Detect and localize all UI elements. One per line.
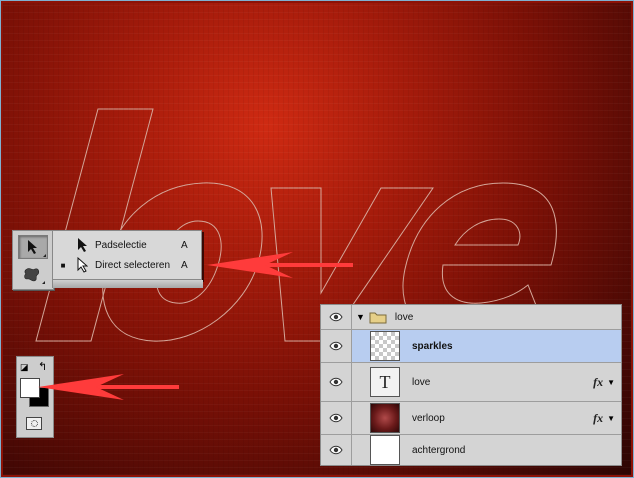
visibility-toggle[interactable] xyxy=(321,363,352,401)
layer-row[interactable]: verloop fx ▼ xyxy=(321,402,621,435)
visibility-toggle[interactable] xyxy=(321,402,352,434)
submenu-corner-icon xyxy=(43,254,46,257)
flyout-shadow-strip xyxy=(52,280,203,288)
fx-icon[interactable]: fx xyxy=(593,375,603,390)
flyout-shortcut: A xyxy=(181,259,188,271)
fx-caret-icon[interactable]: ▼ xyxy=(607,378,615,387)
layer-row[interactable]: T love fx ▼ xyxy=(321,363,621,402)
layer-row[interactable]: achtergrond xyxy=(321,435,621,465)
text-layer-thumbnail: T xyxy=(370,367,400,397)
layers-panel: ▼ love sparkles T love fx ▼ verloop fx ▼… xyxy=(320,304,622,466)
eye-icon xyxy=(329,413,343,423)
layer-name: achtergrond xyxy=(412,444,466,456)
visibility-toggle[interactable] xyxy=(321,305,352,329)
default-colors-icon[interactable]: ◪ xyxy=(20,362,29,373)
flyout-shortcut: A xyxy=(181,239,188,251)
tool-group xyxy=(12,230,54,290)
red-arrow-icon xyxy=(38,374,179,400)
path-selection-tool[interactable] xyxy=(18,235,48,259)
red-arrow-icon xyxy=(207,252,353,278)
checked-bullet: ■ xyxy=(60,260,66,270)
shape-blob-icon xyxy=(24,268,40,282)
layer-name: love xyxy=(412,376,431,388)
visibility-toggle[interactable] xyxy=(321,330,352,362)
fx-icon[interactable]: fx xyxy=(593,411,603,426)
layer-thumbnail xyxy=(370,331,400,361)
custom-shape-tool[interactable] xyxy=(18,263,46,285)
eye-icon xyxy=(329,377,343,387)
layer-name: verloop xyxy=(412,412,445,424)
layer-group-row[interactable]: ▼ love xyxy=(321,305,621,330)
quick-mask-icon[interactable] xyxy=(26,417,42,430)
folder-icon xyxy=(369,312,387,323)
fx-caret-icon[interactable]: ▼ xyxy=(607,414,615,423)
black-arrow-icon xyxy=(28,240,37,254)
expand-caret-icon[interactable]: ▼ xyxy=(356,312,365,322)
eye-icon xyxy=(329,445,343,455)
selection-tool-flyout: Padselectie A ■ Direct selecteren A xyxy=(52,230,202,280)
layer-name: love xyxy=(394,311,414,323)
layer-name: sparkles xyxy=(412,340,453,352)
layer-thumbnail xyxy=(370,435,400,465)
flyout-item-direct-selecteren[interactable]: ■ Direct selecteren A xyxy=(53,255,201,275)
layer-row[interactable]: sparkles xyxy=(321,330,621,363)
white-arrow-icon xyxy=(73,257,91,273)
layer-thumbnail xyxy=(370,403,400,433)
flyout-item-padselectie[interactable]: Padselectie A xyxy=(53,235,201,255)
flyout-label: Direct selecteren xyxy=(95,259,171,271)
flyout-label: Padselectie xyxy=(95,239,147,251)
black-arrow-icon xyxy=(73,237,91,253)
visibility-toggle[interactable] xyxy=(321,435,352,465)
eye-icon xyxy=(329,341,343,351)
submenu-corner-icon xyxy=(42,281,45,284)
eye-icon xyxy=(329,312,343,322)
